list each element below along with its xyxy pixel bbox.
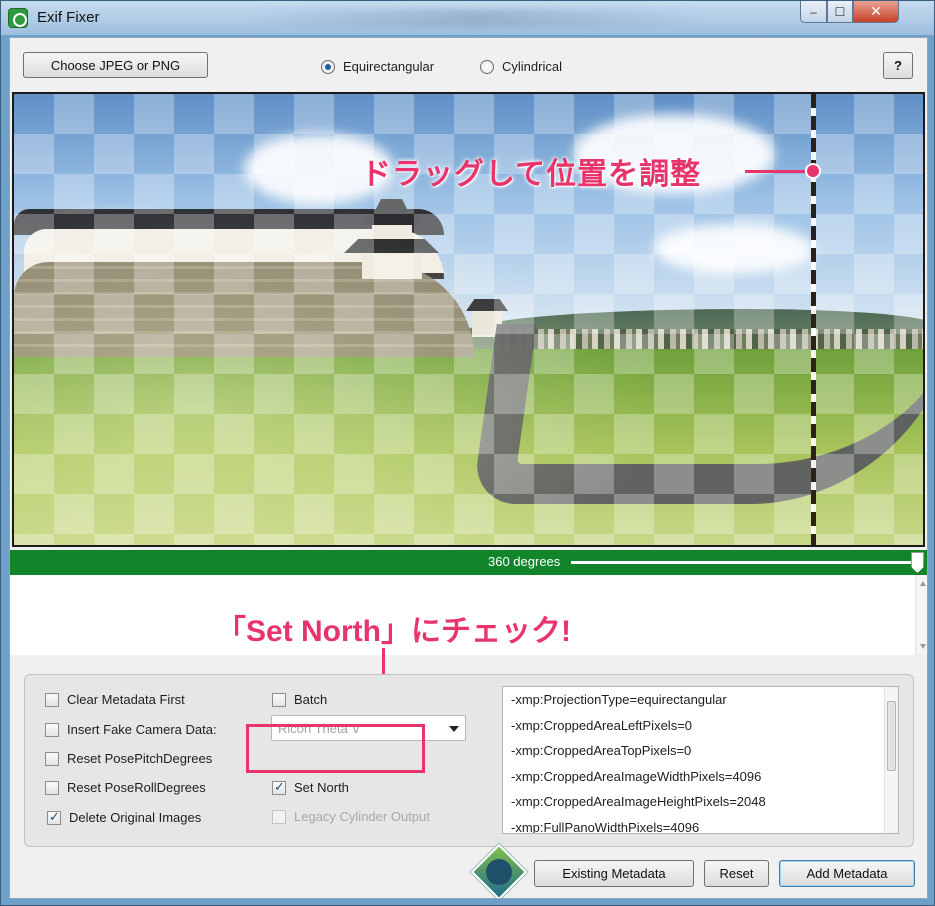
metadata-line: -xmp:CroppedAreaImageWidthPixels=4096 — [511, 768, 762, 784]
minimize-button[interactable]: ‒ — [800, 1, 827, 23]
delete-originals-checkbox[interactable]: Delete Original Images — [47, 809, 202, 825]
chevron-down-icon — [449, 726, 459, 732]
close-button[interactable]: ✕ — [853, 1, 899, 23]
checkbox-label: Delete Original Images — [69, 810, 202, 825]
radio-label-equirectangular: Equirectangular — [343, 59, 435, 74]
client-area: Choose JPEG or PNG Equirectangular Cylin… — [9, 37, 928, 899]
annotation-pointer-line — [745, 170, 805, 173]
checkbox-label: Legacy Cylinder Output — [294, 809, 430, 824]
checkbox-label: Set North — [294, 780, 349, 795]
checkbox-label: Insert Fake Camera Data: — [67, 722, 217, 737]
radio-equirectangular[interactable]: Equirectangular — [321, 59, 434, 74]
help-button[interactable]: ? — [883, 52, 913, 79]
degrees-slider-thumb[interactable] — [911, 552, 924, 573]
checkbox-label: Batch — [294, 692, 328, 707]
checkbox-box-disabled — [272, 809, 286, 824]
checkbox-box[interactable] — [45, 780, 59, 795]
reset-roll-checkbox[interactable]: Reset PoseRollDegrees — [45, 780, 206, 795]
checkbox-box-checked[interactable] — [272, 779, 286, 795]
reset-pitch-checkbox[interactable]: Reset PosePitchDegrees — [45, 751, 212, 766]
degrees-bar: 360 degrees — [10, 550, 927, 575]
radio-label-cylindrical: Cylindrical — [502, 59, 562, 74]
checkbox-box[interactable] — [45, 692, 59, 707]
spacer-scrollbar[interactable] — [915, 575, 927, 655]
metadata-lines: -xmp:ProjectionType=equirectangular -xmp:… — [503, 687, 898, 834]
app-window: Exif Fixer ‒ ☐ ✕ Choose JPEG or PNG Equi… — [0, 0, 935, 906]
legacy-cylinder-checkbox: Legacy Cylinder Output — [272, 809, 430, 824]
annotation-pointer-dot — [805, 163, 821, 179]
window-title: Exif Fixer — [37, 9, 100, 26]
title-bar: Exif Fixer ‒ ☐ ✕ — [1, 1, 934, 35]
reset-button[interactable]: Reset — [704, 860, 769, 887]
logo-badge — [486, 859, 512, 885]
metadata-scroll-thumb[interactable] — [887, 701, 896, 771]
metadata-line: -xmp:ProjectionType=equirectangular — [511, 692, 727, 708]
drag-annotation: ドラッグして位置を調整 — [361, 158, 702, 191]
radio-dot-selected[interactable] — [321, 59, 335, 74]
close-icon: ✕ — [870, 3, 882, 19]
metadata-scrollbar[interactable] — [884, 687, 898, 833]
radio-cylindrical[interactable]: Cylindrical — [480, 59, 562, 74]
existing-metadata-button[interactable]: Existing Metadata — [534, 860, 694, 887]
degrees-slider-track[interactable] — [571, 561, 916, 564]
check-annotation: 「Set North」にチェック! — [216, 615, 571, 648]
options-panel: Clear Metadata First Insert Fake Camera … — [24, 674, 914, 847]
checkbox-box[interactable] — [45, 722, 59, 737]
degrees-label: 360 degrees — [488, 554, 561, 569]
choose-file-button[interactable]: Choose JPEG or PNG — [23, 52, 208, 78]
batch-checkbox[interactable]: Batch — [272, 692, 327, 707]
metadata-list[interactable]: -xmp:ProjectionType=equirectangular -xmp:… — [502, 686, 899, 834]
checkbox-box[interactable] — [45, 751, 59, 766]
background-blur — [251, 9, 701, 27]
metadata-line: -xmp:CroppedAreaImageHeightPixels=2048 — [511, 794, 766, 810]
metadata-line: -xmp:CroppedAreaLeftPixels=0 — [511, 717, 693, 733]
panorama-preview[interactable]: ドラッグして位置を調整 — [12, 92, 925, 547]
north-line-handle[interactable] — [811, 94, 816, 545]
checkbox-label: Reset PoseRollDegrees — [67, 780, 206, 795]
fake-camera-checkbox[interactable]: Insert Fake Camera Data: — [45, 722, 217, 737]
metadata-line: -xmp:CroppedAreaTopPixels=0 — [511, 743, 692, 759]
checkbox-label: Clear Metadata First — [67, 692, 185, 707]
add-metadata-button[interactable]: Add Metadata — [779, 860, 915, 887]
maximize-icon: ☐ — [834, 4, 846, 19]
radio-dot[interactable] — [480, 59, 494, 74]
clear-metadata-checkbox[interactable]: Clear Metadata First — [45, 692, 185, 707]
app-icon — [8, 8, 28, 28]
minimize-icon: ‒ — [810, 4, 817, 19]
checkbox-box-checked[interactable] — [47, 809, 61, 825]
set-north-checkbox[interactable]: Set North — [272, 779, 349, 795]
checkbox-box[interactable] — [272, 692, 286, 707]
set-north-highlight — [246, 724, 425, 773]
metadata-line: -xmp:FullPanoWidthPixels=4096 — [511, 819, 700, 834]
maximize-button[interactable]: ☐ — [827, 1, 853, 23]
checkbox-label: Reset PosePitchDegrees — [67, 751, 213, 766]
